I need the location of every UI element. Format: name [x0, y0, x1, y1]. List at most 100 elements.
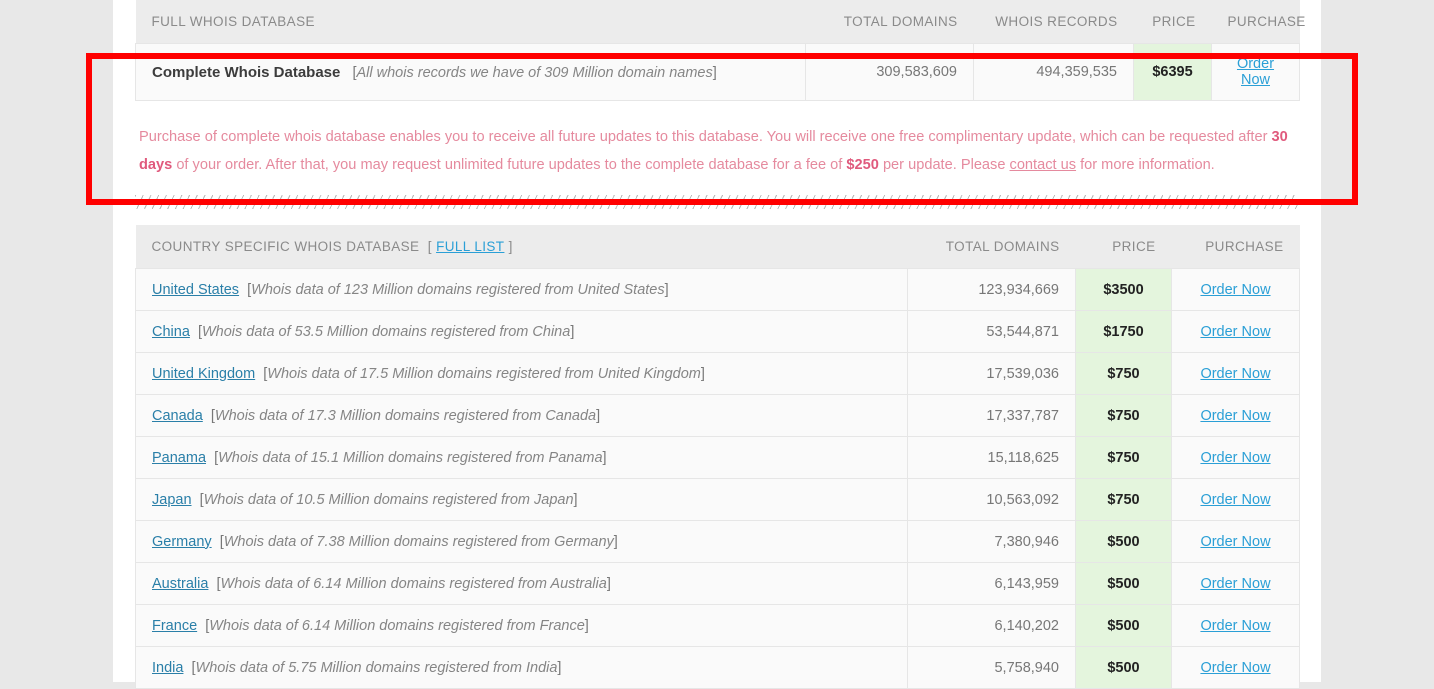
country-table-header-price: PRICE — [1075, 225, 1172, 269]
country-purchase-cell: Order Now — [1171, 478, 1300, 521]
country-name-cell: United Kingdom [Whois data of 17.5 Milli… — [135, 352, 908, 395]
country-total-domains: 17,539,036 — [907, 352, 1076, 395]
table-header-row: FULL WHOIS DATABASE TOTAL DOMAINS WHOIS … — [135, 0, 1305, 44]
complete-db-name-cell: Complete Whois Database [All whois recor… — [135, 43, 806, 101]
country-purchase-cell: Order Now — [1171, 310, 1300, 353]
bracket-close: ] — [570, 323, 575, 340]
country-name-cell: Germany [Whois data of 7.38 Million doma… — [135, 520, 908, 563]
country-description-text: Whois data of 5.75 Million domains regis… — [195, 659, 558, 676]
country-specific-database-section: COUNTRY SPECIFIC WHOIS DATABASE [ FULL L… — [135, 225, 1300, 689]
country-link[interactable]: United States — [152, 282, 239, 298]
order-now-link[interactable]: Order Now — [1200, 660, 1270, 676]
table-header-row: COUNTRY SPECIFIC WHOIS DATABASE [ FULL L… — [135, 225, 1300, 269]
country-price: $500 — [1075, 562, 1172, 605]
country-total-domains: 7,380,946 — [907, 520, 1076, 563]
complete-db-whois-records: 494,359,535 — [973, 43, 1134, 101]
order-now-link[interactable]: Order Now — [1200, 492, 1270, 508]
table-row: United States [Whois data of 123 Million… — [135, 268, 1300, 311]
country-price: $3500 — [1075, 268, 1172, 311]
country-link[interactable]: Australia — [152, 576, 208, 592]
country-link[interactable]: China — [152, 324, 190, 340]
country-description-text: Whois data of 123 Million domains regist… — [251, 281, 665, 298]
country-total-domains: 6,140,202 — [907, 604, 1076, 647]
notice-part-1: Purchase of complete whois database enab… — [139, 129, 1272, 145]
country-total-domains: 123,934,669 — [907, 268, 1076, 311]
country-name-cell: United States [Whois data of 123 Million… — [135, 268, 908, 311]
country-price: $500 — [1075, 646, 1172, 689]
country-name-cell: Canada [Whois data of 17.3 Million domai… — [135, 394, 908, 437]
table-row: Germany [Whois data of 7.38 Million doma… — [135, 520, 1300, 563]
full-db-header-title: FULL WHOIS DATABASE — [135, 0, 806, 44]
complete-db-description-text: All whois records we have of 309 Million… — [356, 64, 713, 81]
country-link[interactable]: Panama — [152, 450, 206, 466]
table-row: India [Whois data of 5.75 Million domain… — [135, 646, 1300, 689]
country-purchase-cell: Order Now — [1171, 520, 1300, 563]
bracket-close: ] — [602, 449, 607, 466]
table-row: Canada [Whois data of 17.3 Million domai… — [135, 394, 1300, 437]
country-purchase-cell: Order Now — [1171, 352, 1300, 395]
country-total-domains: 17,337,787 — [907, 394, 1076, 437]
order-now-link[interactable]: Order Now — [1200, 576, 1270, 592]
order-now-link[interactable]: Order Now — [1200, 618, 1270, 634]
country-description-text: Whois data of 7.38 Million domains regis… — [223, 533, 614, 550]
country-table-header-purchase: PURCHASE — [1171, 225, 1300, 269]
country-price: $1750 — [1075, 310, 1172, 353]
bracket-close: ] — [584, 617, 589, 634]
table-row: Australia [Whois data of 6.14 Million do… — [135, 562, 1300, 605]
bracket-close: ] — [613, 533, 618, 550]
country-name-cell: France [Whois data of 6.14 Million domai… — [135, 604, 908, 647]
full-whois-database-section: FULL WHOIS DATABASE TOTAL DOMAINS WHOIS … — [135, 0, 1305, 101]
country-table-header-title: COUNTRY SPECIFIC WHOIS DATABASE [ FULL L… — [135, 225, 908, 269]
table-row: China [Whois data of 53.5 Million domain… — [135, 310, 1300, 353]
country-description: [Whois data of 15.1 Million domains regi… — [206, 450, 607, 466]
order-now-link[interactable]: Order Now — [1200, 408, 1270, 424]
country-specific-whois-table: COUNTRY SPECIFIC WHOIS DATABASE [ FULL L… — [135, 225, 1300, 689]
country-price: $750 — [1075, 394, 1172, 437]
country-price: $500 — [1075, 520, 1172, 563]
table-row: France [Whois data of 6.14 Million domai… — [135, 604, 1300, 647]
bracket-close: ] — [557, 659, 562, 676]
bracket-close: ] — [596, 407, 601, 424]
full-db-header-whois-records: WHOIS RECORDS — [973, 0, 1134, 44]
order-now-link[interactable]: Order Now — [1200, 366, 1270, 382]
country-purchase-cell: Order Now — [1171, 268, 1300, 311]
order-now-link[interactable]: Order Now — [1200, 534, 1270, 550]
order-now-link[interactable]: Order Now — [1237, 56, 1274, 88]
country-name-cell: India [Whois data of 5.75 Million domain… — [135, 646, 908, 689]
country-link[interactable]: Japan — [152, 492, 192, 508]
full-whois-database-table: FULL WHOIS DATABASE TOTAL DOMAINS WHOIS … — [135, 0, 1305, 101]
complete-db-purchase-cell: Order Now — [1211, 43, 1300, 101]
contact-us-link[interactable]: contact us — [1010, 157, 1077, 173]
order-now-link[interactable]: Order Now — [1200, 450, 1270, 466]
country-description: [Whois data of 17.3 Million domains regi… — [203, 408, 600, 424]
country-description-text: Whois data of 10.5 Million domains regis… — [203, 491, 574, 508]
country-name-cell: Australia [Whois data of 6.14 Million do… — [135, 562, 908, 605]
country-table-title-text: COUNTRY SPECIFIC WHOIS DATABASE — [151, 239, 420, 254]
country-purchase-cell: Order Now — [1171, 436, 1300, 479]
order-now-link[interactable]: Order Now — [1200, 324, 1270, 340]
complete-db-price: $6395 — [1133, 43, 1212, 101]
complete-db-total-domains: 309,583,609 — [805, 43, 974, 101]
country-link[interactable]: India — [152, 660, 183, 676]
country-name-cell: China [Whois data of 53.5 Million domain… — [135, 310, 908, 353]
country-description-text: Whois data of 15.1 Million domains regis… — [218, 449, 603, 466]
country-name-cell: Panama [Whois data of 15.1 Million domai… — [135, 436, 908, 479]
table-row: Complete Whois Database [All whois recor… — [135, 43, 1300, 101]
order-now-link[interactable]: Order Now — [1200, 282, 1270, 298]
country-purchase-cell: Order Now — [1171, 604, 1300, 647]
country-price: $750 — [1075, 352, 1172, 395]
country-description-text: Whois data of 17.3 Million domains regis… — [214, 407, 597, 424]
country-link[interactable]: Canada — [152, 408, 203, 424]
country-link[interactable]: Germany — [152, 534, 212, 550]
country-link[interactable]: France — [152, 618, 197, 634]
notice-part-3: per update. Please — [878, 157, 1010, 173]
page-content-column: FULL WHOIS DATABASE TOTAL DOMAINS WHOIS … — [113, 0, 1321, 689]
country-table-header-total-domains: TOTAL DOMAINS — [907, 225, 1076, 269]
bracket-close: ] — [712, 64, 717, 81]
country-purchase-cell: Order Now — [1171, 562, 1300, 605]
country-description: [Whois data of 53.5 Million domains regi… — [190, 324, 574, 340]
full-list-link[interactable]: FULL LIST — [436, 239, 504, 254]
country-description: [Whois data of 17.5 Million domains regi… — [255, 366, 705, 382]
country-total-domains: 53,544,871 — [907, 310, 1076, 353]
country-link[interactable]: United Kingdom — [152, 366, 255, 382]
